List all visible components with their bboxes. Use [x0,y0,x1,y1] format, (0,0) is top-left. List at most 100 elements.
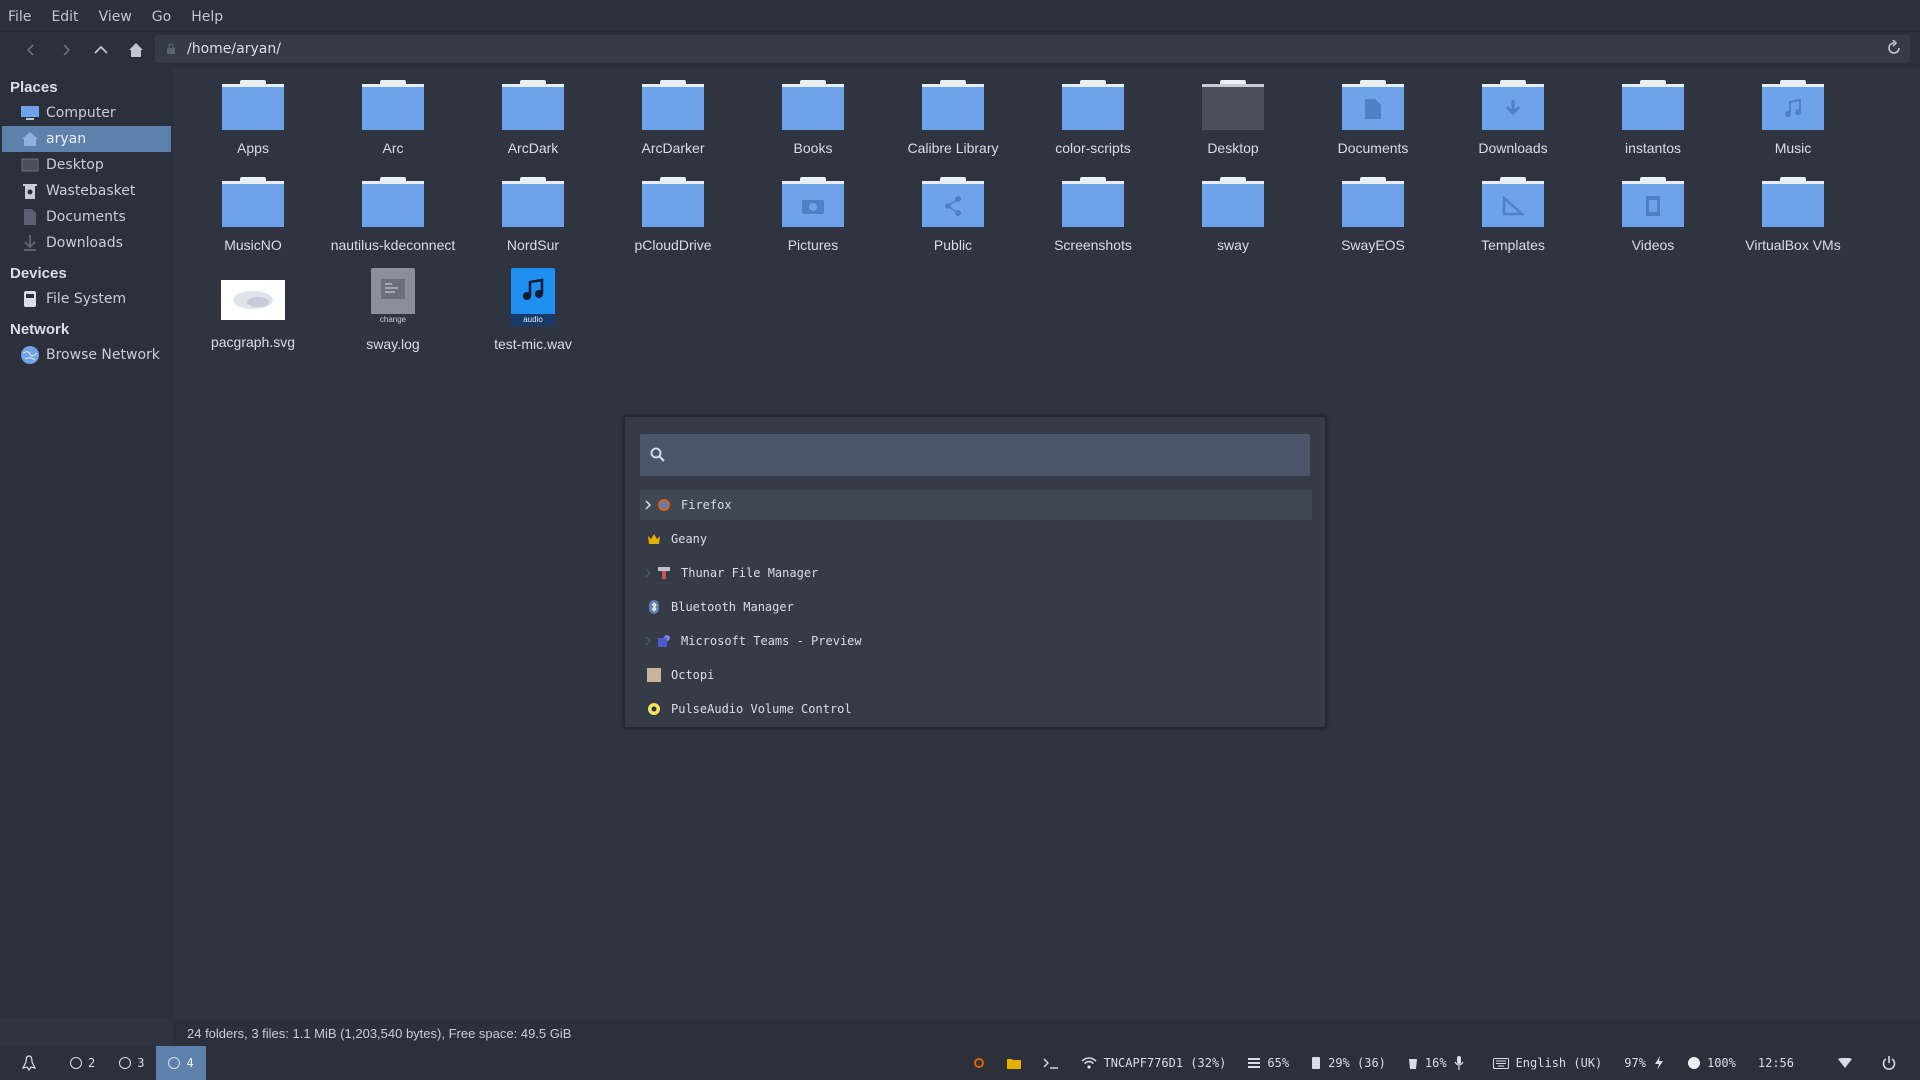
sidebar-item-browse-network[interactable]: Browse Network [0,342,173,368]
sidebar-item-downloads[interactable]: Downloads [0,230,173,256]
chevron-up-icon [94,45,108,54]
brightness-label: 97% [1624,1056,1646,1070]
workspace-2[interactable]: 2 [58,1046,107,1080]
sidebar-item-desktop[interactable]: Desktop [0,152,173,178]
tray-clock[interactable]: 12:56 [1758,1056,1794,1070]
launcher-search-input[interactable] [674,447,1294,463]
folder-item-virtualbox-vms[interactable]: VirtualBox VMs [1723,175,1863,271]
launcher-search-box[interactable] [640,434,1310,476]
file-label: pCloudDrive [634,237,712,253]
sidebar-item-file-system[interactable]: File System [0,286,173,312]
launcher-item-octopi[interactable]: Octopi [640,660,1312,690]
sidebar-item-aryan[interactable]: aryan [2,126,171,152]
folder-item-arcdark[interactable]: ArcDark [463,78,603,174]
file-label: sway.log [366,336,420,352]
folder-item-videos[interactable]: Videos [1583,175,1723,271]
workspace-3[interactable]: 3 [107,1046,156,1080]
tray-terminal[interactable] [1043,1057,1059,1069]
tray-keyboard-layout[interactable]: English (UK) [1492,1056,1602,1070]
folder-item-arc[interactable]: Arc [323,78,463,174]
file-label: Documents [1337,140,1409,156]
folder-item-arcdarker[interactable]: ArcDarker [603,78,743,174]
folder-item-templates[interactable]: Templates [1443,175,1583,271]
folder-item-documents[interactable]: Documents [1303,78,1443,174]
tux-icon [22,1055,36,1071]
tray-brightness[interactable]: 97% [1624,1056,1666,1070]
image-thumbnail-icon [221,280,285,320]
memory-icon [1248,1058,1261,1068]
workspace-4[interactable]: 4 [156,1046,206,1080]
folder-item-books[interactable]: Books [743,78,883,174]
file-label: Public [933,237,973,253]
folder-item-public[interactable]: Public [883,175,1023,271]
launcher-item-pulseaudio[interactable]: PulseAudio Volume Control [640,694,1312,724]
sidebar-item-label: Wastebasket [46,183,136,199]
home-button[interactable] [119,35,153,65]
menu-go[interactable]: Go [152,7,171,25]
launcher-item-geany[interactable]: Geany [640,524,1312,554]
folder-item-pictures[interactable]: Pictures [743,175,883,271]
tray-network-status[interactable] [1838,1058,1852,1068]
file-item-sway-log[interactable]: change sway.log [323,268,463,368]
folder-item-musicno[interactable]: MusicNO [183,175,323,271]
audio-file-icon: audio [511,268,555,326]
launcher-item-microsoft-teams[interactable]: Microsoft Teams - Preview [640,626,1312,656]
tray-cpu[interactable]: 16% [1408,1056,1471,1070]
start-menu-button[interactable] [0,1046,58,1080]
geany-icon [646,531,662,547]
folder-item-nordsur[interactable]: NordSur [463,175,603,271]
folder-item-swayeos[interactable]: SwayEOS [1303,175,1443,271]
launcher-item-thunar[interactable]: Thunar File Manager [640,558,1312,588]
menu-help[interactable]: Help [191,7,223,25]
file-label: ArcDark [507,140,559,156]
folder-item-instantos[interactable]: instantos [1583,78,1723,174]
sidebar-item-label: aryan [46,131,87,147]
tray-file-manager[interactable] [1006,1058,1021,1069]
launcher-item-firefox[interactable]: Firefox [640,490,1312,520]
sidebar-item-label: Computer [46,105,116,121]
folder-item-music[interactable]: Music [1723,78,1863,174]
sidebar-item-label: Documents [46,209,126,225]
workspace-label: 4 [186,1056,194,1070]
tray-firefox[interactable] [973,1057,985,1069]
folder-icon [1202,177,1264,227]
menu-edit[interactable]: Edit [51,7,78,25]
file-item-test-mic-wav[interactable]: audio test-mic.wav [463,268,603,368]
document-icon [1365,99,1381,119]
folder-icon [362,80,424,130]
tray-volume[interactable]: 100% [1687,1056,1736,1070]
reload-button[interactable] [1886,39,1902,60]
folder-item-screenshots[interactable]: Screenshots [1023,175,1163,271]
tray-wifi[interactable]: TNCAPF776D1 (32%) [1081,1056,1226,1070]
menu-view[interactable]: View [99,7,132,25]
folder-item-apps[interactable]: Apps [183,78,323,174]
location-path: /home/aryan/ [187,41,281,57]
folder-item-downloads[interactable]: Downloads [1443,78,1583,174]
sidebar-item-documents[interactable]: Documents [0,204,173,230]
tray-memory[interactable]: 65% [1248,1056,1289,1070]
camera-icon [802,200,824,214]
location-bar[interactable]: /home/aryan/ [155,35,1910,63]
wifi-icon [1081,1057,1097,1069]
folder-item-desktop[interactable]: Desktop [1163,78,1303,174]
folder-icon [502,80,564,130]
pulseaudio-icon [646,701,662,717]
menu-file[interactable]: File [8,7,31,25]
forward-button[interactable] [49,35,83,65]
folder-item-nautilus-kdeconnect[interactable]: nautilus-kdeconnect [323,175,463,271]
launcher-item-bluetooth-manager[interactable]: Bluetooth Manager [640,592,1312,622]
sidebar-item-computer[interactable]: Computer [0,100,173,126]
power-button[interactable] [1882,1056,1896,1070]
file-item-pacgraph-svg[interactable]: pacgraph.svg [183,272,323,368]
folder-item-pclouddrive[interactable]: pCloudDrive [603,175,743,271]
folder-item-color-scripts[interactable]: color-scripts [1023,78,1163,174]
folder-icon [1342,177,1404,227]
film-icon [1646,196,1660,216]
sidebar-item-wastebasket[interactable]: Wastebasket [0,178,173,204]
file-label: Music [1774,140,1812,156]
tray-storage[interactable]: 29% (36) [1311,1056,1386,1070]
up-button[interactable] [84,35,118,65]
back-button[interactable] [14,35,48,65]
folder-item-sway[interactable]: sway [1163,175,1303,271]
folder-item-calibre-library[interactable]: Calibre Library [883,78,1023,174]
